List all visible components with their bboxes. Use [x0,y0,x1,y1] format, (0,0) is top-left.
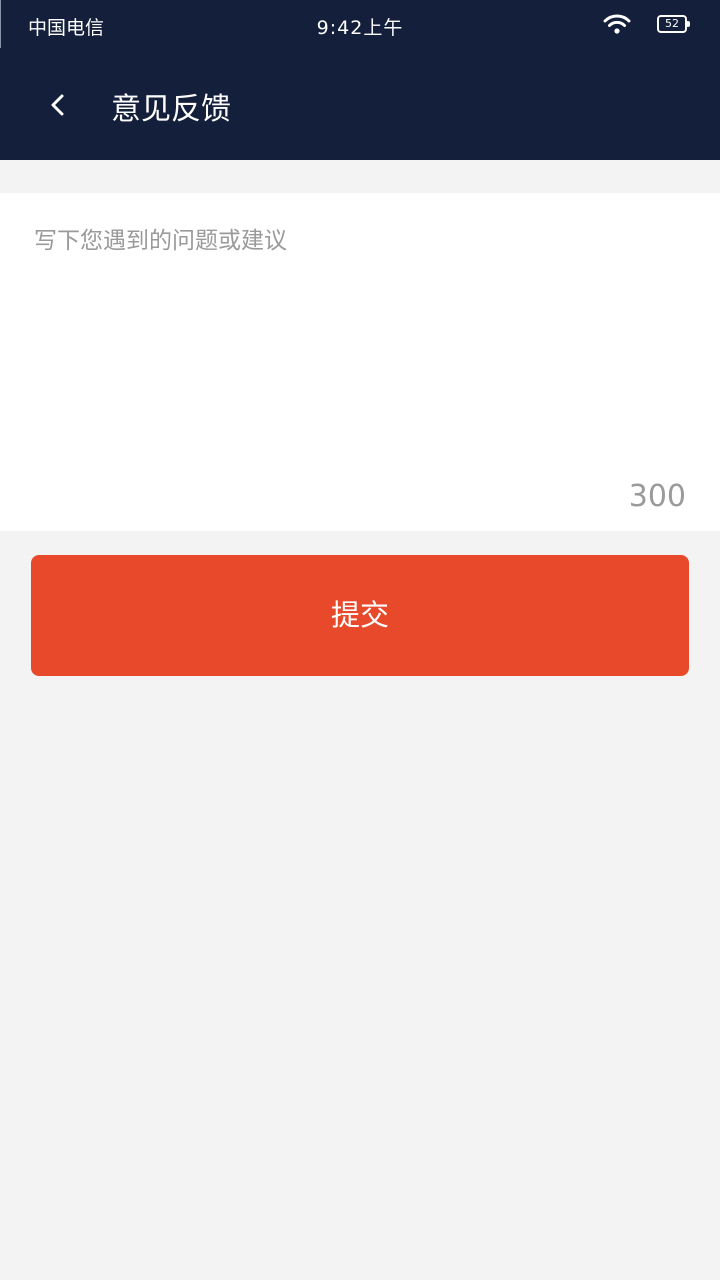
chevron-left-icon[interactable] [44,88,74,122]
header: 意见反馈 [0,50,720,160]
submit-button[interactable]: 提交 [31,555,689,676]
submit-button-label: 提交 [330,598,389,632]
feedback-panel: 300 [0,193,720,531]
battery-icon: 52 [657,15,690,33]
battery-level: 52 [665,17,679,30]
wifi-icon [603,14,631,34]
page-title: 意见反馈 [111,92,231,127]
char-counter: 300 [628,479,686,514]
feedback-input[interactable] [0,193,720,531]
status-bar: 中国电信 9:42上午 52 [0,0,720,50]
